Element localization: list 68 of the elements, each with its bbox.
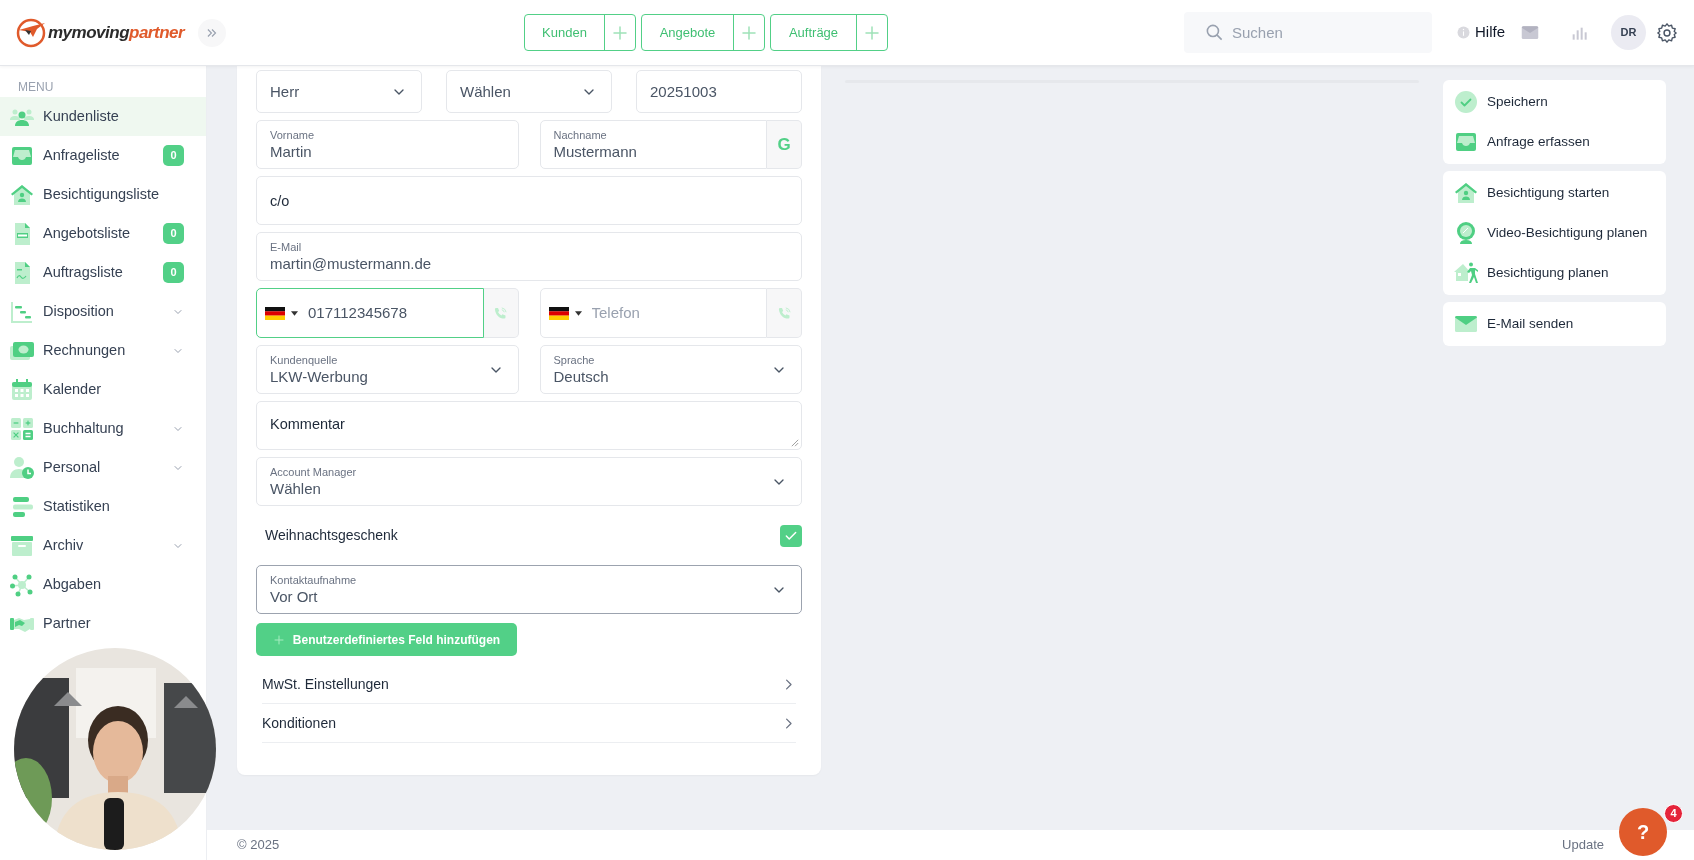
sidebar-item[interactable]: Kundenliste (0, 97, 206, 136)
select-field[interactable]: Sprache Deutsch (539, 345, 802, 394)
phone-icon (776, 305, 792, 321)
search-icon (1205, 23, 1224, 42)
house-person-icon (1454, 261, 1478, 285)
flag-icon (265, 306, 285, 320)
plus-icon (272, 633, 285, 646)
expand-sidebar-button[interactable] (198, 18, 226, 47)
copyright-text: © 2025 (237, 836, 280, 855)
caret-down-icon (291, 310, 298, 316)
action-button[interactable]: Besichtigung starten (1443, 173, 1666, 213)
calendar-icon (10, 377, 34, 402)
text-field[interactable]: 20251003 (636, 70, 802, 113)
count-badge: 0 (163, 145, 184, 166)
text-field[interactable]: E-Mail martin@mustermann.de (256, 232, 802, 281)
gantt-chart-icon (10, 299, 34, 324)
bars-icon (10, 494, 34, 519)
select-field[interactable]: Account Manager Wählen (256, 457, 802, 506)
network-icon (10, 572, 34, 597)
bird-logo-icon (16, 17, 46, 48)
textarea-field[interactable]: Kommentar (256, 401, 802, 450)
phone-icon (493, 305, 508, 321)
phone-input[interactable]: Telefon (591, 301, 732, 325)
help-link[interactable]: Hilfe (1457, 21, 1505, 44)
collapsible-section[interactable]: Konditionen (262, 704, 796, 743)
text-field[interactable]: Nachname Mustermann (539, 120, 767, 169)
action-button[interactable]: Anfrage erfassen (1443, 122, 1666, 162)
call-button[interactable] (767, 288, 802, 338)
calculator-icon (10, 416, 34, 441)
person-clock-icon (10, 455, 34, 480)
plus-icon (863, 23, 881, 42)
info-icon (1457, 26, 1470, 39)
select-field[interactable]: Kundenquelle LKW-Werbung (256, 345, 519, 394)
phone-field[interactable]: 017112345678 (256, 288, 484, 338)
settings-icon (1656, 21, 1678, 44)
plus-icon (740, 23, 758, 42)
action-button[interactable]: E-Mail senden (1443, 304, 1666, 344)
resize-handle-icon (791, 439, 799, 447)
house-icon (1454, 181, 1478, 205)
user-avatar[interactable]: DR (1611, 15, 1646, 50)
checkbox[interactable] (780, 524, 802, 547)
select-field[interactable]: Wählen (446, 70, 612, 113)
phone-field[interactable]: Telefon (539, 288, 767, 338)
action-button[interactable]: Video-Besichtigung planen (1443, 213, 1666, 253)
call-button[interactable] (483, 288, 519, 338)
select-field[interactable]: Herr (256, 70, 422, 113)
check-circle-icon (1454, 90, 1478, 114)
logo-text: mymovingpartner (48, 21, 185, 44)
caret-down-icon (574, 310, 582, 316)
text-field[interactable]: c/o (256, 176, 802, 225)
search-field[interactable]: Suchen (1184, 12, 1432, 53)
count-badge: 0 (163, 223, 184, 244)
checkbox-label: Weihnachtsgeschenk (265, 526, 398, 545)
house-icon (10, 182, 34, 207)
inbox-icon (1454, 130, 1478, 154)
text-field[interactable]: Vorname Martin (256, 120, 519, 169)
menu-heading: MENU (17, 79, 55, 96)
webcam-icon (1454, 221, 1478, 245)
select-field[interactable]: Kontaktaufnahme Vor Ort (256, 565, 802, 614)
action-button[interactable]: Besichtigung planen (1443, 253, 1666, 293)
archive-box-icon (10, 533, 34, 558)
settings-button[interactable] (1656, 21, 1678, 44)
plus-icon (611, 23, 629, 42)
flag-icon (548, 306, 569, 320)
update-link[interactable]: Update (1562, 835, 1604, 855)
action-button[interactable]: Speichern (1443, 82, 1666, 122)
count-badge: 0 (163, 262, 184, 283)
collapsible-section[interactable]: MwSt. Einstellungen (262, 665, 796, 704)
